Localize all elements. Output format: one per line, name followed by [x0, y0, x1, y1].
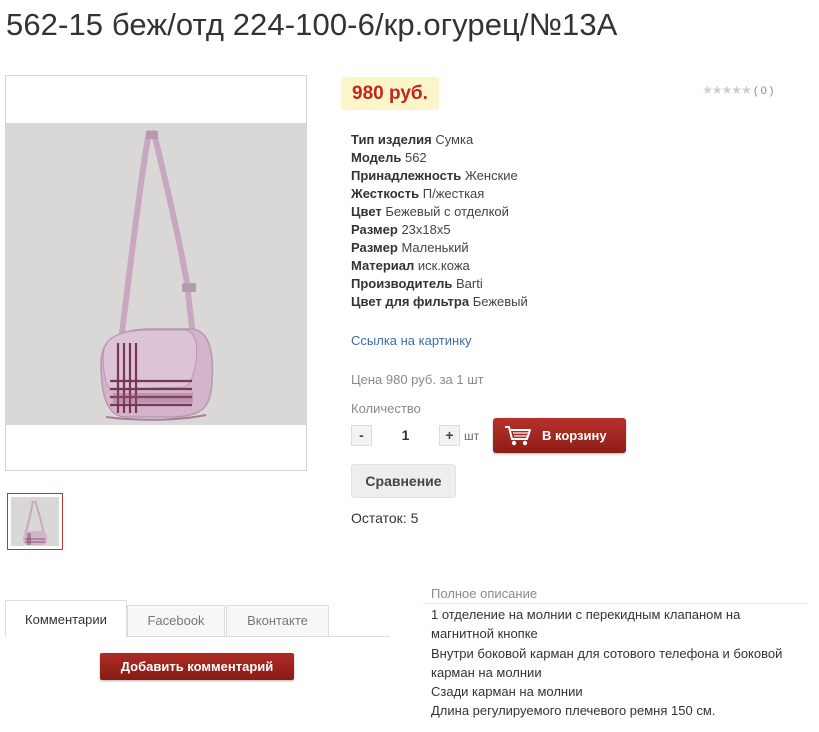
property-row: Размер 23х18х5 [351, 221, 528, 239]
unit-price: Цена 980 руб. за 1 шт [351, 372, 484, 387]
property-value: 23х18х5 [401, 222, 451, 237]
compare-button[interactable]: Сравнение [351, 464, 456, 498]
page-title: 562-15 беж/отд 224-100-6/кр.огурец/№13А [6, 7, 618, 42]
property-value: Barti [455, 276, 483, 291]
description-line: Внутри боковой карман для сотового телеф… [431, 645, 783, 680]
property-row: Материал иск.кожа [351, 257, 528, 275]
property-row: Цвет для фильтра Бежевый [351, 293, 528, 311]
product-photo[interactable] [6, 123, 306, 425]
price-badge: 980 руб. [341, 77, 439, 110]
property-key: Производитель [351, 276, 453, 291]
star-icon[interactable]: ★★★★★ [702, 83, 752, 97]
property-value: П/жесткая [422, 186, 485, 201]
product-image-frame[interactable] [5, 75, 307, 471]
tab-vkontakte[interactable]: Вконтакте [226, 605, 329, 636]
property-row: Тип изделия Сумка [351, 131, 528, 149]
description-text: 1 отделение на молнии с перекидным клапа… [431, 605, 803, 721]
description-line: 1 отделение на молнии с перекидным клапа… [431, 607, 741, 642]
add-to-cart-button[interactable]: В корзину [493, 418, 626, 453]
property-row: Модель 562 [351, 149, 528, 167]
property-key: Цвет для фильтра [351, 294, 470, 309]
property-key: Модель [351, 150, 402, 165]
rating-count: ( 0 ) [753, 85, 774, 97]
tab-comments[interactable]: Комментарии [5, 600, 127, 637]
property-value: Женские [464, 168, 518, 183]
description-line: Длина регулируемого плечевого ремня 150 … [431, 703, 716, 719]
description-line: Сзади карман на молнии [431, 684, 583, 700]
handbag-image [100, 130, 214, 421]
property-value: Сумка [435, 132, 474, 147]
add-to-cart-label: В корзину [542, 428, 607, 443]
product-properties: Тип изделия Сумка Модель 562 Принадлежно… [351, 131, 528, 311]
property-key: Цвет [351, 204, 382, 219]
property-key: Размер [351, 222, 398, 237]
property-key: Материал [351, 258, 415, 273]
property-key: Принадлежность [351, 168, 462, 183]
property-value: иск.кожа [417, 258, 470, 273]
product-thumbnail[interactable] [7, 493, 63, 550]
property-key: Тип изделия [351, 132, 432, 147]
property-value: Бежевый с отделкой [385, 204, 509, 219]
shopping-cart-icon [505, 426, 531, 446]
image-link[interactable]: Ссылка на картинку [351, 333, 472, 348]
add-comment-button[interactable]: Добавить комментарий [100, 653, 294, 680]
property-row: Размер Маленький [351, 239, 528, 257]
quantity-increase-button[interactable]: + [439, 425, 460, 446]
quantity-unit: шт [464, 429, 480, 443]
rating[interactable]: ★★★★★ ( 0 ) [702, 83, 773, 97]
property-row: Жесткость П/жесткая [351, 185, 528, 203]
tab-facebook[interactable]: Facebook [127, 605, 225, 636]
property-value: Бежевый [472, 294, 528, 309]
property-key: Жесткость [351, 186, 420, 201]
description-divider [423, 603, 807, 604]
quantity-decrease-button[interactable]: - [351, 425, 372, 446]
comments-tabs: Комментарии Facebook Вконтакте [5, 600, 390, 637]
property-row: Принадлежность Женские [351, 167, 528, 185]
description-title: Полное описание [431, 586, 538, 601]
property-row: Цвет Бежевый с отделкой [351, 203, 528, 221]
property-row: Производитель Barti [351, 275, 528, 293]
quantity-label: Количество [351, 401, 421, 416]
property-key: Размер [351, 240, 398, 255]
stock-count: Остаток: 5 [351, 510, 419, 526]
quantity-input[interactable]: 1 [372, 425, 439, 446]
property-value: 562 [404, 150, 427, 165]
property-value: Маленький [401, 240, 469, 255]
handbag-thumbnail-image [23, 500, 47, 545]
